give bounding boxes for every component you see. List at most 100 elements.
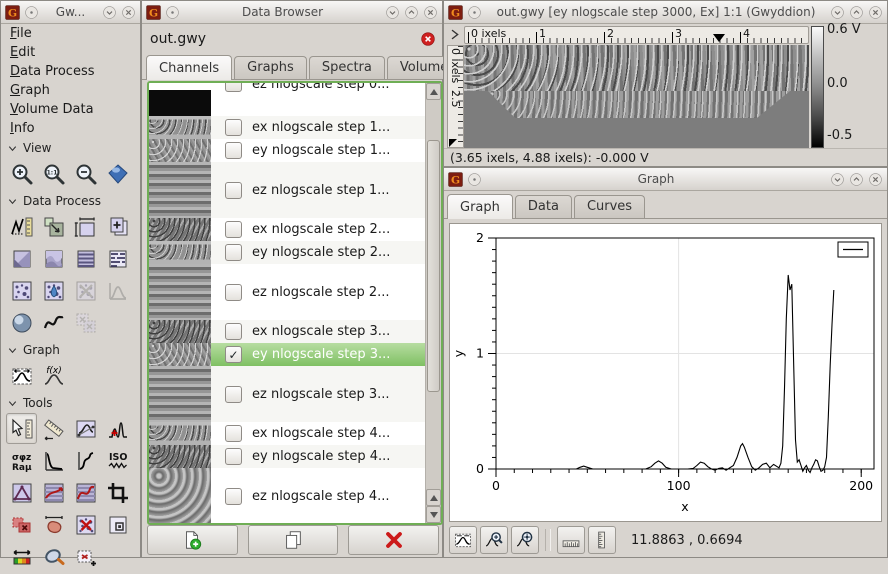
close-button[interactable]	[423, 5, 438, 20]
spectro-button[interactable]	[102, 413, 133, 444]
crop-button[interactable]	[102, 477, 133, 508]
menu-item-volume-data[interactable]: Volume Data	[1, 100, 140, 119]
tab-data[interactable]: Data	[515, 195, 572, 218]
grain-remove-button[interactable]	[70, 509, 101, 540]
channel-thumbnail[interactable]	[149, 218, 211, 241]
menu-item-file[interactable]: File	[1, 24, 140, 43]
tab-channels[interactable]: Channels	[146, 55, 232, 80]
channel-thumbnail[interactable]	[149, 264, 211, 320]
graph-zoom-in-button[interactable]	[480, 526, 508, 554]
channel-visibility-checkbox[interactable]	[225, 244, 242, 261]
section-expander-data-process[interactable]: Data Process	[1, 191, 140, 210]
new-data-button[interactable]	[147, 525, 238, 555]
window-menu-button[interactable]	[24, 5, 39, 20]
y-ruler-button[interactable]	[588, 526, 616, 554]
channel-visibility-checkbox[interactable]	[225, 488, 242, 505]
channel-visibility-checkbox[interactable]	[225, 386, 242, 403]
channel-thumbnail[interactable]	[149, 445, 211, 468]
channel-visibility-checkbox[interactable]: ✓	[225, 346, 242, 363]
channel-row[interactable]: ez nlogscale step 0...	[149, 83, 425, 116]
channel-row[interactable]: ez nlogscale step 1...	[149, 162, 425, 218]
window-menu-button[interactable]	[467, 172, 482, 187]
channel-visibility-checkbox[interactable]	[225, 425, 242, 442]
channel-visibility-checkbox[interactable]	[225, 142, 242, 159]
channel-visibility-checkbox[interactable]	[225, 448, 242, 465]
scroll-down-button[interactable]	[426, 506, 441, 523]
channel-visibility-checkbox[interactable]	[225, 182, 242, 199]
window-corner-menu-button[interactable]	[447, 27, 462, 42]
menu-item-edit[interactable]: Edit	[1, 43, 140, 62]
minimize-button[interactable]	[830, 5, 845, 20]
channel-thumbnail[interactable]	[149, 343, 211, 366]
minimize-button[interactable]	[102, 5, 117, 20]
fix-gradient-button[interactable]	[6, 243, 37, 274]
align-rows-button[interactable]	[102, 243, 133, 274]
channel-thumbnail[interactable]	[149, 422, 211, 445]
polynomial-level-button[interactable]	[38, 307, 69, 338]
channel-row[interactable]: ex nlogscale step 4...	[149, 422, 425, 445]
close-button[interactable]	[121, 5, 136, 20]
graph-window-titlebar[interactable]: G Graph	[444, 168, 887, 191]
extend-button[interactable]	[102, 211, 133, 242]
scroll-up-button-2[interactable]	[426, 489, 441, 506]
menu-item-data-process[interactable]: Data Process	[1, 62, 140, 81]
horizontal-ruler[interactable]: 0 ixels 1 2 3 4	[464, 26, 809, 44]
channel-row[interactable]: ✓ey nlogscale step 3...	[149, 343, 425, 366]
channel-row[interactable]: ex nlogscale step 1...	[149, 116, 425, 139]
window-menu-button[interactable]	[165, 5, 180, 20]
channel-visibility-checkbox[interactable]	[225, 221, 242, 238]
sphere-revolve-button[interactable]	[6, 307, 37, 338]
channel-thumbnail[interactable]	[149, 320, 211, 343]
graph-zoom-fit-button[interactable]	[511, 526, 539, 554]
zoom-out-button[interactable]	[70, 158, 101, 189]
channel-thumbnail[interactable]	[149, 90, 211, 116]
row-column-stats-button[interactable]	[70, 445, 101, 476]
color-inspect-button[interactable]	[38, 541, 69, 572]
channel-thumbnail[interactable]	[149, 241, 211, 264]
close-file-button[interactable]	[420, 31, 436, 47]
channel-visibility-checkbox[interactable]	[225, 323, 242, 340]
spot-remove-button[interactable]	[102, 509, 133, 540]
graph-fit-button[interactable]: f(x)	[38, 360, 69, 391]
section-expander-graph[interactable]: Graph	[1, 340, 140, 359]
tab-spectra[interactable]: Spectra	[309, 56, 385, 79]
tab-curves[interactable]: Curves	[574, 195, 645, 218]
path-level-button[interactable]	[38, 477, 69, 508]
graph-cut-button[interactable]	[6, 360, 37, 391]
color-range-button[interactable]	[6, 541, 37, 572]
channel-row[interactable]: ez nlogscale step 3...	[149, 366, 425, 422]
scroll-up-button[interactable]	[426, 83, 441, 100]
scrollbar-thumb[interactable]	[427, 140, 440, 392]
menu-item-graph[interactable]: Graph	[1, 81, 140, 100]
resize-button[interactable]	[70, 211, 101, 242]
channel-row[interactable]: ez nlogscale step 2...	[149, 264, 425, 320]
minimize-button[interactable]	[830, 172, 845, 187]
channel-visibility-checkbox[interactable]	[225, 119, 242, 136]
channel-row[interactable]: ez nlogscale step 4...	[149, 468, 425, 523]
facet-level-button[interactable]	[38, 243, 69, 274]
channel-visibility-checkbox[interactable]	[225, 284, 242, 301]
roughness-iso-button[interactable]: ISO	[102, 445, 133, 476]
grain-measure-button[interactable]	[38, 509, 69, 540]
channel-row[interactable]: ey nlogscale step 4...	[149, 445, 425, 468]
data-browser-titlebar[interactable]: G Data Browser	[142, 1, 442, 24]
channel-thumbnail[interactable]	[149, 139, 211, 162]
delete-data-button[interactable]	[348, 525, 439, 555]
mark-grains-button[interactable]	[6, 275, 37, 306]
stat-functions-button[interactable]	[38, 445, 69, 476]
channel-row[interactable]: ex nlogscale step 2...	[149, 218, 425, 241]
profile-button[interactable]	[70, 413, 101, 444]
channel-thumbnail[interactable]	[149, 468, 211, 523]
calibrate-button[interactable]	[6, 211, 37, 242]
false-color-bar[interactable]	[811, 26, 824, 148]
maximize-button[interactable]	[404, 5, 419, 20]
channel-thumbnail[interactable]	[149, 116, 211, 139]
maximize-button[interactable]	[849, 5, 864, 20]
toolbox-titlebar[interactable]: G Gw...	[1, 1, 140, 24]
maximize-button[interactable]	[849, 172, 864, 187]
read-value-button[interactable]	[6, 413, 37, 444]
section-expander-tools[interactable]: Tools	[1, 393, 140, 412]
channel-visibility-checkbox[interactable]	[225, 83, 242, 92]
channel-row[interactable]: ex nlogscale step 3...	[149, 320, 425, 343]
zoom-in-button[interactable]	[6, 158, 37, 189]
